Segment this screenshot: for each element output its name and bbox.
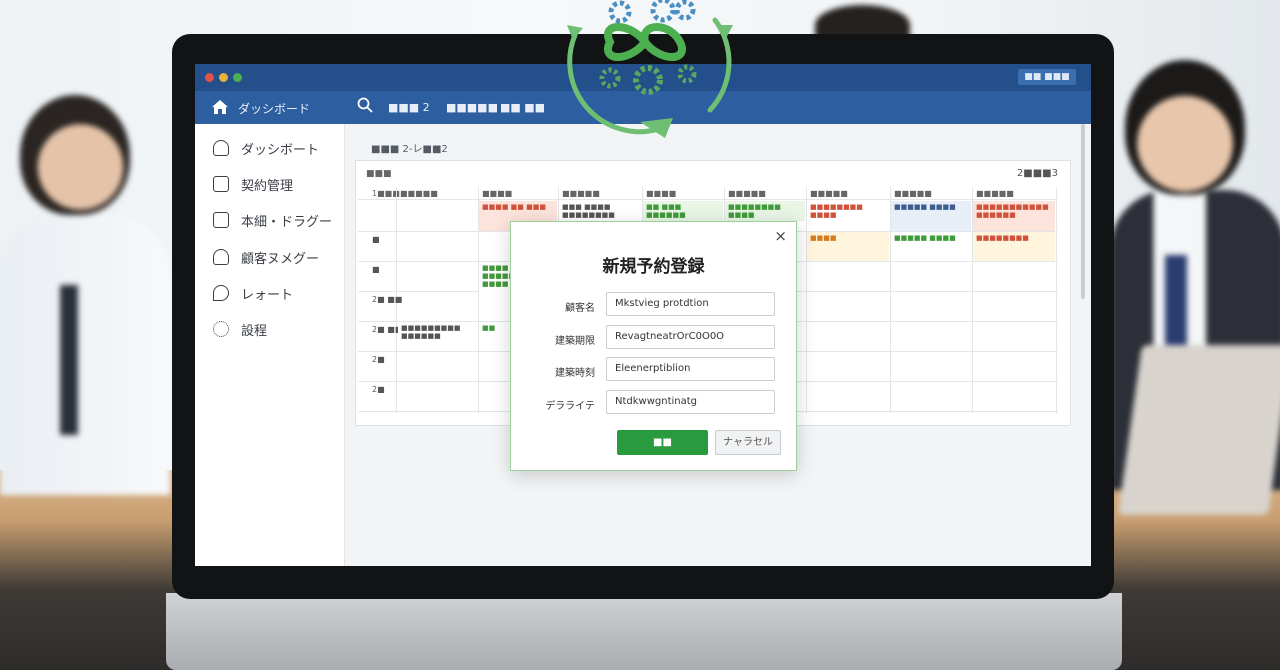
arrow-head-icon	[717, 25, 733, 40]
sidebar-item-settings[interactable]: 設程	[213, 319, 267, 339]
grid-line	[1056, 187, 1057, 413]
nav-link-3[interactable]: ■■ ■■	[500, 101, 545, 114]
deadline-input[interactable]: RevagtneatrOrC0O0O	[606, 325, 775, 349]
calendar-label: ■■■	[366, 169, 392, 179]
calendar-header: ■■■■■	[728, 189, 766, 198]
customer-name-input[interactable]: Mkstvieg protdtion	[606, 292, 775, 316]
scrollbar[interactable]	[1081, 124, 1085, 299]
gear-icon	[608, 0, 632, 24]
time-input[interactable]: Eleenerptiblion	[606, 357, 775, 381]
grid-line	[358, 199, 1058, 200]
modal-title: 新規予約登録	[602, 257, 705, 277]
sidebar-item-label: 設程	[241, 323, 268, 339]
row-label: ■	[372, 235, 380, 244]
new-booking-modal: × 新規予約登録 顧客名 Mkstvieg protdtion 建築期限 Rev…	[510, 221, 797, 471]
field-label-time: 建築時刻	[555, 368, 595, 379]
calendar-event[interactable]: ■■■■■■■■■ ■■■■■■	[398, 322, 476, 342]
field-label-customer: 顧客名	[565, 303, 595, 314]
arrow-head-icon	[640, 118, 673, 138]
header-action-button[interactable]: ■■ ■■■	[1018, 69, 1076, 85]
monitor-stand	[166, 593, 1122, 670]
sidebar-item-label: レォート	[241, 287, 294, 303]
calendar-header: ■■■■■	[562, 189, 600, 198]
background-laptop	[1118, 345, 1280, 515]
maximize-window-dot[interactable]	[233, 73, 242, 82]
cancel-button[interactable]: ナャラセル	[715, 430, 781, 455]
gear-icon	[650, 0, 676, 23]
row-label: ■	[372, 265, 380, 274]
location-icon	[213, 285, 229, 301]
calendar-event[interactable]: ■■■■■■■■	[973, 232, 1055, 261]
calendar-event[interactable]: ■■■■ ■■■■■ ■■■■	[479, 262, 514, 302]
sidebar-item-contracts[interactable]: 契約管理	[213, 174, 293, 194]
search-icon[interactable]	[357, 97, 373, 117]
close-window-dot[interactable]	[205, 73, 214, 82]
field-label-deadline: 建築期限	[555, 336, 595, 347]
background-person-left-lanyard	[60, 285, 78, 435]
background-person-right-head	[1125, 60, 1245, 195]
calendar-header: ■■■■■	[400, 189, 438, 198]
calendar-header: ■■■■	[482, 189, 513, 198]
row-label: 2■	[372, 355, 385, 364]
save-button[interactable]: ■■	[617, 430, 708, 455]
row-label: 2■ ■■	[372, 295, 403, 304]
app-title[interactable]: ダッシボード	[238, 100, 310, 117]
sidebar-item-label: ダッシボート	[241, 142, 320, 158]
minimize-window-dot[interactable]	[219, 73, 228, 82]
calendar-header: ■■■■	[646, 189, 677, 198]
gear-icon	[674, 0, 696, 21]
close-icon[interactable]: ×	[774, 227, 787, 245]
sidebar: ダッシボート 契約管理 本細・ドラグー 顧客ヌメグー レォート 設程	[195, 124, 345, 566]
calendar-icon	[213, 176, 229, 192]
infinity-gears-logo	[567, 0, 733, 138]
sidebar-item-documents[interactable]: 本細・ドラグー	[213, 210, 332, 230]
calendar-event[interactable]: ■■■■■■■■■■■ ■■■■■■	[973, 201, 1055, 231]
sidebar-item-label: 契約管理	[241, 178, 294, 194]
field-label-detail: デラライテ	[545, 401, 595, 412]
sidebar-item-customers[interactable]: 顧客ヌメグー	[213, 247, 319, 267]
calendar-event[interactable]: ■■	[479, 322, 509, 334]
nav-link-2[interactable]: ■■■■■	[446, 101, 498, 114]
home-icon[interactable]	[211, 99, 229, 118]
row-label: 2■	[372, 385, 385, 394]
gear-icon	[213, 321, 229, 337]
calendar-header: ■■■■■	[976, 189, 1014, 198]
gear-icon	[677, 64, 697, 84]
gear-icon	[599, 67, 621, 89]
calendar-event[interactable]: ■■■■■ ■■■■	[891, 201, 971, 231]
infinity-icon	[604, 23, 686, 61]
calendar-header: ■■■■■	[810, 189, 848, 198]
calendar-period: 2■■■3	[1016, 168, 1058, 179]
calendar-event[interactable]: ■■■■■■■■ ■■■■	[807, 201, 889, 221]
sidebar-item-label: 顧客ヌメグー	[241, 251, 320, 267]
calendar-event[interactable]: ■■■■■■■■ ■■■■	[725, 201, 805, 221]
breadcrumb: ■■■ 2-レ■■2	[371, 144, 448, 155]
calendar-event[interactable]: ■■■■	[807, 232, 889, 261]
gear-icon	[633, 65, 663, 95]
bell-icon	[213, 140, 229, 156]
calendar-header: ■■■■■	[894, 189, 932, 198]
users-icon	[213, 249, 229, 265]
nav-link-1[interactable]: ■■■ 2	[388, 101, 430, 114]
sidebar-item-dashboard[interactable]: ダッシボート	[213, 138, 319, 158]
calendar-event[interactable]: ■■■■■ ■■■■	[891, 232, 971, 252]
calendar-event[interactable]: ■■■ ■■■■ ■■■■■■■■	[559, 201, 641, 223]
detail-input[interactable]: Ntdkwwgntinatg	[606, 390, 775, 414]
background-person-left-body	[0, 215, 170, 495]
document-icon	[213, 212, 229, 228]
background-person-left-head	[20, 95, 130, 215]
calendar-event[interactable]: ■■ ■■■ ■■■■■■	[643, 201, 723, 221]
sidebar-item-reports[interactable]: レォート	[213, 283, 293, 303]
sidebar-item-label: 本細・ドラグー	[241, 214, 333, 230]
